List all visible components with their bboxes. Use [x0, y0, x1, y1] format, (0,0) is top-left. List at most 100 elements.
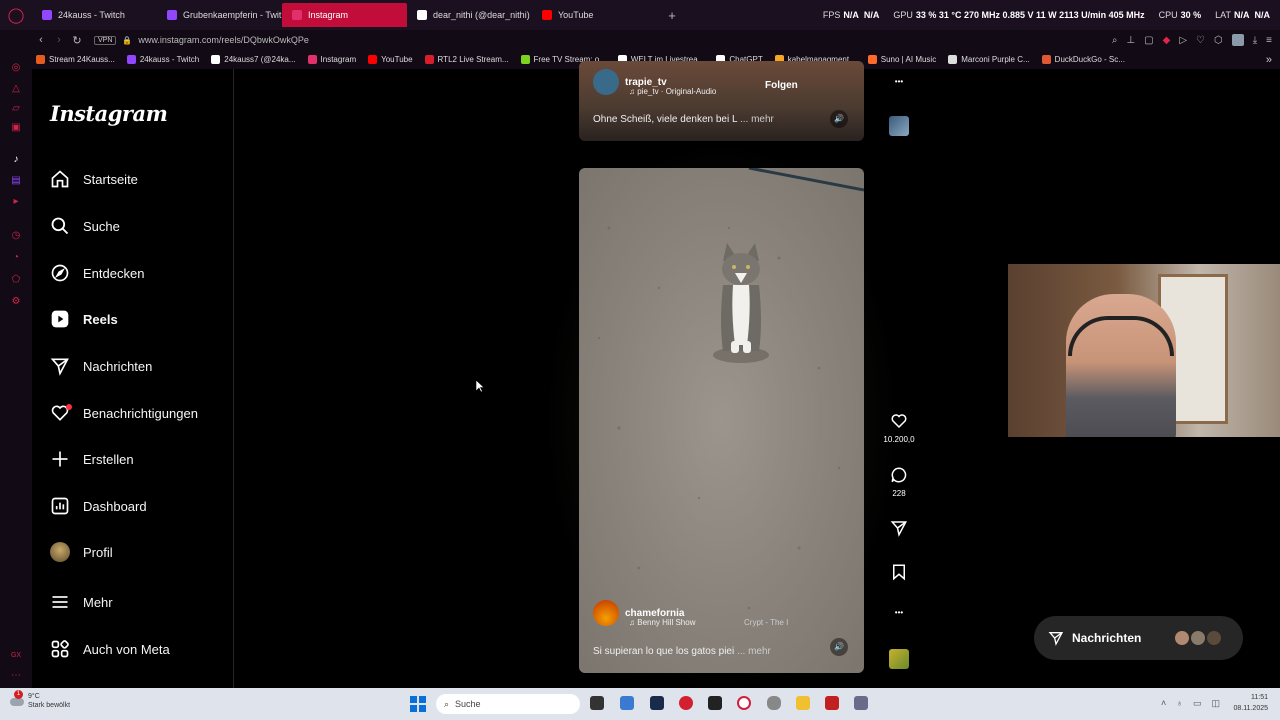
nav-item-nachrichten[interactable]: Nachrichten	[50, 354, 152, 378]
clock[interactable]: 11:51 08.11.2025	[1233, 692, 1268, 714]
menu-icon[interactable]: ≡	[1266, 35, 1272, 46]
audio-thumbnail[interactable]	[889, 649, 909, 669]
nav-item-erstellen[interactable]: Erstellen	[50, 447, 134, 471]
app-red-icon[interactable]	[679, 696, 693, 710]
capcut-icon[interactable]	[708, 696, 722, 710]
reload-icon[interactable]: ↻	[68, 34, 86, 47]
nav-item-mehr[interactable]: Mehr	[50, 590, 113, 614]
like-button[interactable]	[888, 412, 910, 432]
speed-dial-icon[interactable]: ◎	[10, 62, 22, 74]
follow-button[interactable]: Folgen	[765, 80, 798, 91]
reel-username[interactable]: chamefornia	[625, 608, 684, 619]
reel-current[interactable]: chamefornia ♫ Benny Hill Show Crypt - Th…	[579, 168, 864, 673]
reel-previous[interactable]: trapie_tv ♫ pie_tv · Original-Audio Folg…	[579, 61, 864, 141]
steam-icon[interactable]	[650, 696, 664, 710]
bookmark-item[interactable]: 24kauss7 (@24ka...	[207, 55, 299, 64]
forward-icon[interactable]: ›	[50, 34, 68, 46]
gx-corner-icon[interactable]: GX	[10, 650, 22, 662]
nav-item-suche[interactable]: Suche	[50, 214, 120, 238]
share-button[interactable]	[888, 519, 910, 539]
nav-item-benachrichtigungen[interactable]: Benachrichtigungen	[50, 401, 198, 425]
monitor-icon[interactable]: ▭	[1193, 698, 1202, 709]
pin-icon[interactable]: ⊥	[1126, 35, 1135, 46]
download-icon[interactable]: ⤓	[1253, 35, 1257, 46]
reel-audio[interactable]: ♫ pie_tv · Original-Audio	[629, 87, 716, 96]
nav-item-auch-von-meta[interactable]: Auch von Meta	[50, 637, 170, 661]
weather-widget[interactable]: 1 9°C Stark bewölkt	[10, 690, 70, 710]
workspace-icon[interactable]: ▱	[10, 103, 22, 115]
youtube-sidebar-icon[interactable]: ▸	[10, 196, 22, 208]
bookmark-item[interactable]: Marconi Purple C...	[944, 55, 1033, 64]
bookmark-item[interactable]: RTL2 Live Stream...	[421, 55, 513, 64]
zoom-icon[interactable]: ⌕	[1112, 35, 1118, 46]
reel-audio[interactable]: ♫ Benny Hill Show	[629, 618, 695, 627]
tab-1[interactable]: Grubenkaempferin - Twit	[157, 3, 282, 27]
bookmark-item[interactable]: Instagram	[304, 55, 361, 64]
profile-avatar[interactable]	[1231, 34, 1244, 46]
more-options-icon[interactable]: •••	[888, 608, 910, 617]
play-icon[interactable]: ▷	[1179, 35, 1187, 46]
extensions-icon[interactable]: ⬡	[1214, 35, 1223, 46]
mute-icon[interactable]: 🔊	[830, 638, 848, 656]
shield-icon[interactable]: ◆	[1163, 35, 1171, 46]
back-icon[interactable]: ‹	[32, 34, 50, 46]
chevron-up-icon[interactable]: ˄	[1161, 698, 1166, 709]
more-sidebar-icon[interactable]: ⋯	[10, 670, 22, 682]
messages-pill[interactable]: Nachrichten	[1034, 616, 1243, 660]
microphone-icon[interactable]: ♁	[1176, 698, 1183, 709]
bookmark-item[interactable]: Suno | AI Music	[864, 55, 940, 64]
comment-button[interactable]	[888, 466, 910, 486]
opera-logo-icon[interactable]: ◯	[0, 0, 32, 30]
opera-gx-icon[interactable]	[737, 696, 751, 710]
url-field[interactable]: www.instagram.com/reels/DQbwkOwkQPe	[138, 35, 309, 45]
windows-start-icon[interactable]	[410, 696, 426, 712]
bookmark-item[interactable]: DuckDuckGo - Sc...	[1038, 55, 1129, 64]
player-icon[interactable]: ♪	[10, 154, 22, 166]
calculator-icon[interactable]	[620, 696, 634, 710]
file-explorer-icon[interactable]	[796, 696, 810, 710]
nav-item-profil[interactable]: Profil	[50, 540, 113, 564]
more-link[interactable]: ... mehr	[737, 646, 771, 657]
tab-2[interactable]: Instagram	[282, 3, 407, 27]
snapshot-icon[interactable]: ▢	[1144, 35, 1153, 46]
tab-0[interactable]: 24kauss - Twitch	[32, 3, 157, 27]
nav-item-entdecken[interactable]: Entdecken	[50, 261, 144, 285]
reel-username[interactable]: trapie_tv	[625, 77, 667, 88]
mouse-app-icon[interactable]	[767, 696, 781, 710]
bookmarks-overflow-icon[interactable]: »	[1266, 54, 1272, 66]
audio-thumbnail[interactable]	[889, 116, 909, 136]
vpn-badge[interactable]: VPN	[94, 35, 117, 45]
app-monitor-icon[interactable]	[825, 696, 839, 710]
aria-icon[interactable]: △	[10, 83, 22, 95]
new-tab-button[interactable]: +	[657, 8, 687, 23]
more-link[interactable]: ... mehr	[740, 114, 774, 125]
tab-3[interactable]: dear_nithi (@dear_nithi) |	[407, 3, 532, 27]
clock-icon[interactable]: ◔	[10, 252, 22, 264]
mute-icon[interactable]: 🔊	[830, 110, 848, 128]
tab-4[interactable]: YouTube	[532, 3, 657, 27]
history-icon[interactable]: ◷	[10, 230, 22, 242]
nav-item-reels[interactable]: Reels	[50, 307, 118, 331]
settings-app-icon[interactable]	[854, 696, 868, 710]
favorite-heart-icon[interactable]: ♡	[1196, 35, 1205, 46]
nav-item-startseite[interactable]: Startseite	[50, 167, 138, 191]
extensions-sidebar-icon[interactable]: ⬠	[10, 274, 22, 286]
nav-item-dashboard[interactable]: Dashboard	[50, 494, 147, 518]
reel-caption[interactable]: Ohne Scheiß, viele denken bei L ... mehr	[593, 114, 774, 125]
more-options-icon[interactable]: •••	[888, 77, 910, 86]
bookmark-item[interactable]: 24kauss - Twitch	[123, 55, 203, 64]
network-icon[interactable]: ◫	[1211, 698, 1220, 709]
messenger-icon[interactable]: ▣	[10, 122, 22, 134]
browser-tab-bar: ◯ 24kauss - Twitch Grubenkaempferin - Twi…	[0, 0, 1280, 30]
clock-date: 08.11.2025	[1233, 705, 1268, 712]
bookmark-item[interactable]: Stream 24Kauss...	[32, 55, 119, 64]
bookmark-item[interactable]: YouTube	[364, 55, 416, 64]
taskbar-search[interactable]: ⌕ Suche	[436, 694, 580, 714]
instagram-logo[interactable]: Instagram	[50, 101, 168, 126]
reel-caption[interactable]: Si supieran lo que los gatos piei ... me…	[593, 646, 771, 657]
reel-audio-secondary[interactable]: Crypt - The I	[744, 618, 788, 627]
task-view-icon[interactable]	[590, 696, 604, 710]
settings-icon[interactable]: ⚙	[10, 296, 22, 308]
twitch-sidebar-icon[interactable]: ▤	[10, 175, 22, 187]
save-button[interactable]	[888, 563, 910, 583]
